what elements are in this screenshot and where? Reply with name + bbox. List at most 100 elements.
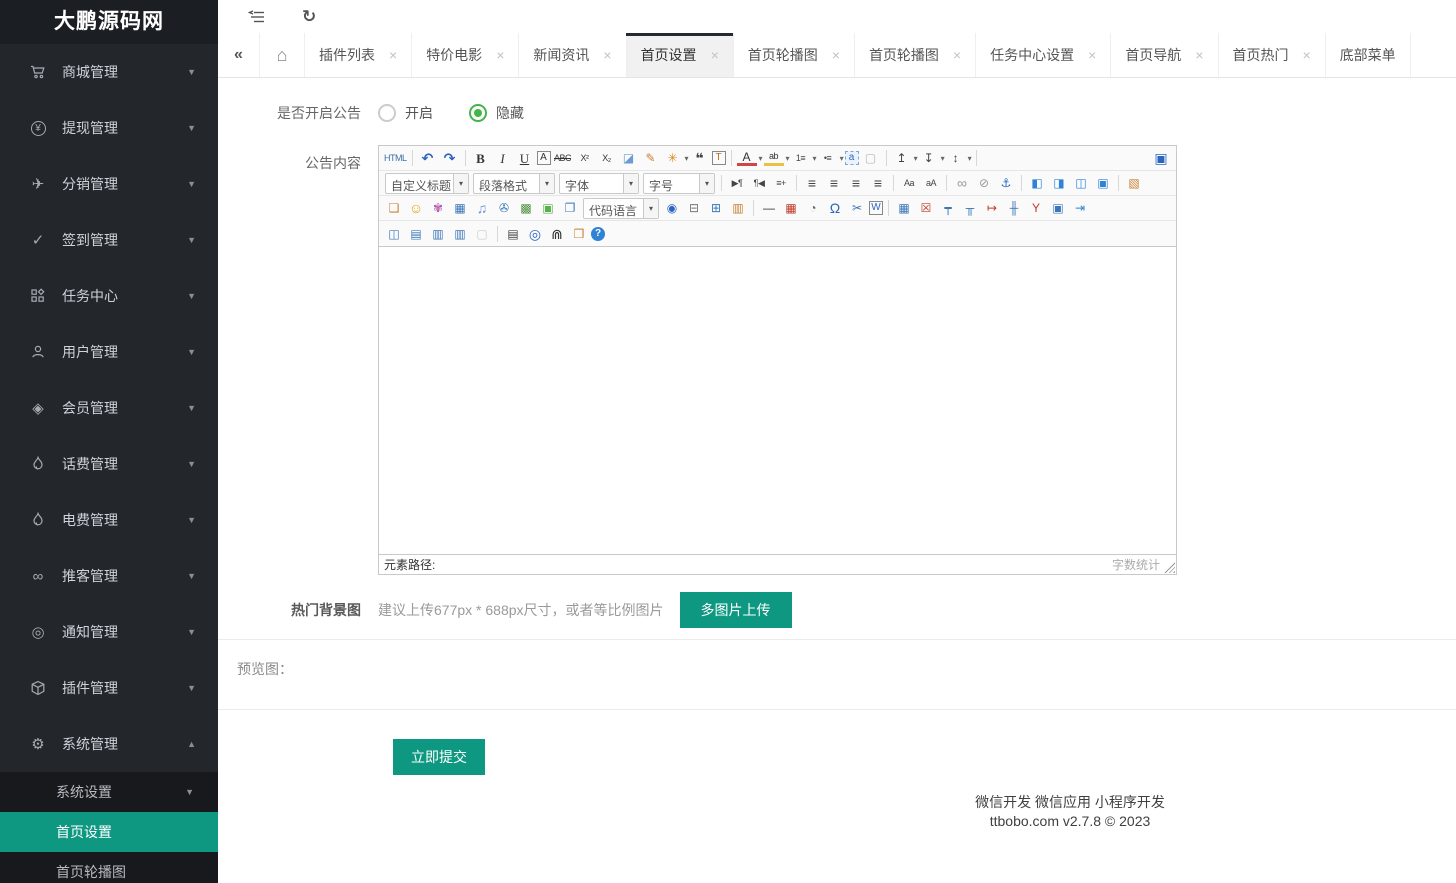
cell-align-button[interactable]: ⇥ <box>1070 198 1090 218</box>
paste-text-button[interactable]: T <box>712 151 726 165</box>
delete-row-button[interactable]: ▥ <box>428 224 448 244</box>
radio-hide-circle[interactable] <box>469 104 487 122</box>
doc-disabled-button[interactable]: ▢ <box>472 224 492 244</box>
unordered-list-button[interactable]: •≡ <box>818 148 838 168</box>
tab-特价电影[interactable]: 特价电影× <box>412 33 519 77</box>
unlink-button[interactable]: ⊘ <box>974 173 994 193</box>
close-icon[interactable]: × <box>603 47 611 63</box>
close-icon[interactable]: × <box>389 47 397 63</box>
sidebar-item[interactable]: 任务中心▼ <box>0 268 218 324</box>
preview-button[interactable]: ◎ <box>525 224 545 244</box>
tab-首页导航[interactable]: 首页导航× <box>1111 33 1218 77</box>
sidebar-subitem[interactable]: 首页轮播图 <box>0 852 218 883</box>
chevron-down-icon[interactable]: ▾ <box>941 154 945 163</box>
submit-button[interactable]: 立即提交 <box>393 739 485 775</box>
to-lowercase-button[interactable]: aA <box>921 173 941 193</box>
search-replace-button[interactable]: ⋒ <box>547 224 567 244</box>
tab-底部菜单[interactable]: 底部菜单 <box>1326 33 1411 77</box>
chevron-down-icon[interactable]: ▾ <box>453 174 468 193</box>
sidebar-item[interactable]: ✓签到管理▼ <box>0 212 218 268</box>
undo-button[interactable]: ↶ <box>418 148 438 168</box>
to-uppercase-button[interactable]: Aa <box>899 173 919 193</box>
bold-button[interactable]: B <box>471 148 491 168</box>
sidebar-subitem[interactable]: 系统设置▼ <box>0 772 218 812</box>
table-title-button[interactable]: ┯ <box>938 198 958 218</box>
italic-button[interactable]: I <box>493 148 513 168</box>
anchor-button[interactable]: ⚓ <box>996 173 1016 193</box>
sidebar-subitem[interactable]: 首页设置 <box>0 812 218 852</box>
ordered-list-button[interactable]: 1≡ <box>791 148 811 168</box>
close-icon[interactable]: × <box>953 47 961 63</box>
line-height-button[interactable]: ↕ <box>946 148 966 168</box>
insert-frame-button[interactable]: ❐ <box>560 198 580 218</box>
direction-rtl-button[interactable]: ¶◀ <box>749 173 769 193</box>
subscript-button[interactable]: X₂ <box>597 148 617 168</box>
insert-col-right-button[interactable]: ▤ <box>406 224 426 244</box>
sidebar-item[interactable]: ◈会员管理▼ <box>0 380 218 436</box>
close-icon[interactable]: × <box>711 47 719 63</box>
image-transfer-button[interactable]: ▥ <box>728 198 748 218</box>
sidebar-item[interactable]: ∞推客管理▼ <box>0 548 218 604</box>
chevron-down-icon[interactable]: ▾ <box>643 199 658 218</box>
insert-table-button[interactable]: ▦ <box>894 198 914 218</box>
insert-map-button[interactable]: ▩ <box>516 198 536 218</box>
direction-ltr-button[interactable]: ▶¶ <box>727 173 747 193</box>
attachment-button[interactable]: ✇ <box>494 198 514 218</box>
align-center-button[interactable]: ≡ <box>824 173 844 193</box>
close-icon[interactable]: × <box>1303 47 1311 63</box>
tab-首页设置[interactable]: 首页设置× <box>627 33 734 77</box>
row-spacing-top-button[interactable]: ↥ <box>892 148 912 168</box>
select-all-button[interactable]: a <box>845 151 859 165</box>
merge-cells-button[interactable]: ▣ <box>1048 198 1068 218</box>
image-left-button[interactable]: ◨ <box>1049 173 1069 193</box>
split-cells-button[interactable]: Y <box>1026 198 1046 218</box>
insert-row-below-button[interactable]: ◫ <box>384 224 404 244</box>
editor-content-area[interactable] <box>379 247 1176 554</box>
chevron-down-icon[interactable]: ▾ <box>699 174 714 193</box>
font-family-select[interactable]: 字体▾ <box>559 173 639 194</box>
word-image-button[interactable]: W <box>869 201 883 215</box>
background-color-button[interactable]: ⊞ <box>706 198 726 218</box>
image-center-button[interactable]: ◫ <box>1071 173 1091 193</box>
insert-date-button[interactable]: ▦ <box>781 198 801 218</box>
underline-button[interactable]: U <box>515 148 535 168</box>
radio-open-circle[interactable] <box>378 104 396 122</box>
font-size-select[interactable]: 字号▾ <box>643 173 715 194</box>
home-tab-icon[interactable]: ⌂ <box>260 33 305 77</box>
image-inline-button[interactable]: ◧ <box>1027 173 1047 193</box>
align-left-button[interactable]: ≡ <box>802 173 822 193</box>
close-icon[interactable]: × <box>496 47 504 63</box>
highlight-color-button[interactable]: ab <box>764 150 784 166</box>
chevron-down-icon[interactable]: ▾ <box>840 154 844 163</box>
chevron-down-icon[interactable]: ▾ <box>759 154 763 163</box>
chevron-down-icon[interactable]: ▾ <box>786 154 790 163</box>
delete-table-button[interactable]: ☒ <box>916 198 936 218</box>
format-brush-button[interactable]: ✎ <box>641 148 661 168</box>
link-button[interactable]: ∞ <box>952 173 972 193</box>
help-button[interactable]: ? <box>591 227 605 241</box>
chevron-down-icon[interactable]: ▾ <box>914 154 918 163</box>
tab-首页轮播图[interactable]: 首页轮播图× <box>734 33 855 77</box>
align-right-button[interactable]: ≡ <box>846 173 866 193</box>
chevron-down-icon[interactable]: ▾ <box>813 154 817 163</box>
paragraph-select[interactable]: 段落格式▾ <box>473 173 555 194</box>
delete-col-button[interactable]: ▥ <box>450 224 470 244</box>
html-source-button[interactable]: HTML <box>384 148 407 168</box>
chevron-down-icon[interactable]: ▾ <box>623 174 638 193</box>
multi-image-upload-button[interactable]: 多图片上传 <box>680 592 792 628</box>
close-icon[interactable]: × <box>1195 47 1203 63</box>
strikethrough-button[interactable]: ABC <box>553 148 573 168</box>
tab-插件列表[interactable]: 插件列表× <box>305 33 412 77</box>
special-chars-button[interactable]: Ω <box>825 198 845 218</box>
font-border-button[interactable]: A <box>537 151 551 165</box>
superscript-button[interactable]: X² <box>575 148 595 168</box>
multi-image-button[interactable]: ❏ <box>384 198 404 218</box>
sidebar-item[interactable]: 插件管理▼ <box>0 660 218 716</box>
close-icon[interactable]: × <box>1088 47 1096 63</box>
insert-row-button[interactable]: ↦ <box>982 198 1002 218</box>
custom-title-select[interactable]: 自定义标题▾ <box>385 173 469 194</box>
insert-image-button[interactable]: ▧ <box>1124 173 1144 193</box>
sidebar-item[interactable]: 商城管理▼ <box>0 44 218 100</box>
snap-screen-button[interactable]: ✂ <box>847 198 867 218</box>
tab-首页热门[interactable]: 首页热门× <box>1219 33 1326 77</box>
